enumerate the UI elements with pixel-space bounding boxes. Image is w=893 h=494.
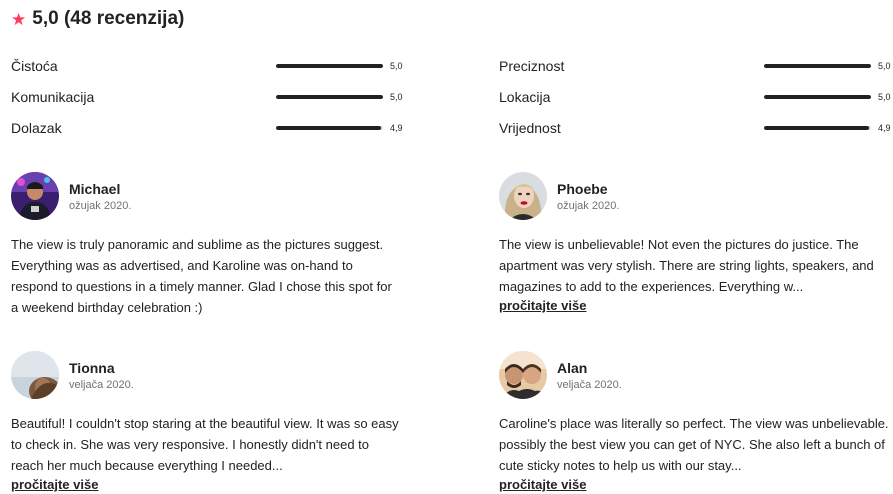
category-bar [764, 95, 871, 99]
category-score: 5,0 [390, 61, 403, 71]
reviewer-name: Tionna [69, 359, 115, 376]
category-label: Dolazak [11, 120, 62, 136]
review-card: Michael ožujak 2020. The view is truly p… [11, 171, 401, 318]
reviewer-name: Phoebe [557, 180, 608, 197]
category-label: Preciznost [499, 58, 565, 74]
reviewer-name: Michael [69, 180, 121, 197]
review-text: Beautiful! I couldn't stop staring at th… [11, 416, 399, 473]
rating-heading: 5,0 (48 recenzija) [32, 8, 185, 29]
category-bar [276, 95, 383, 99]
category-label: Čistoća [11, 58, 58, 74]
review-text: The view is truly panoramic and sublime … [11, 237, 392, 315]
category-score: 5,0 [878, 61, 891, 71]
category-check-in: Dolazak [11, 118, 62, 138]
star-icon: ★ [11, 9, 27, 29]
category-score: 4,9 [390, 123, 403, 133]
avatar[interactable] [11, 172, 59, 220]
category-label: Vrijednost [499, 120, 561, 136]
review-card: Alan veljača 2020. Caroline's place was … [499, 350, 889, 494]
category-value: Vrijednost [499, 118, 561, 138]
category-bar [764, 64, 871, 68]
avatar[interactable] [11, 351, 59, 399]
review-text: The view is unbelievable! Not even the p… [499, 237, 874, 294]
review-card: Phoebe ožujak 2020. The view is unbeliev… [499, 171, 889, 315]
category-score: 5,0 [390, 92, 403, 102]
category-bar [276, 64, 383, 68]
category-label: Komunikacija [11, 89, 95, 105]
review-date: veljača 2020. [69, 378, 134, 391]
read-more-link[interactable]: pročitajte više [11, 477, 98, 492]
review-date: ožujak 2020. [557, 199, 620, 212]
avatar[interactable] [499, 172, 547, 220]
category-communication: Komunikacija [11, 87, 94, 107]
category-bar [764, 126, 871, 130]
review-date: veljača 2020. [557, 378, 622, 391]
reviewer-name: Alan [557, 359, 588, 376]
review-text: Caroline's place was literally so perfec… [499, 416, 889, 473]
category-score: 5,0 [878, 92, 891, 102]
category-label: Lokacija [499, 89, 551, 105]
category-bar [276, 126, 383, 130]
rating-summary: ★ 5,0 (48 recenzija) [11, 6, 184, 32]
category-score: 4,9 [878, 123, 891, 133]
review-card: Tionna veljača 2020. Beautiful! I couldn… [11, 350, 401, 494]
read-more-link[interactable]: pročitajte više [499, 477, 586, 492]
category-cleanliness: Čistoća [11, 56, 58, 76]
avatar[interactable] [499, 351, 547, 399]
review-date: ožujak 2020. [69, 199, 132, 212]
read-more-link[interactable]: pročitajte više [499, 298, 586, 313]
category-location: Lokacija [499, 87, 550, 107]
category-accuracy: Preciznost [499, 56, 564, 76]
